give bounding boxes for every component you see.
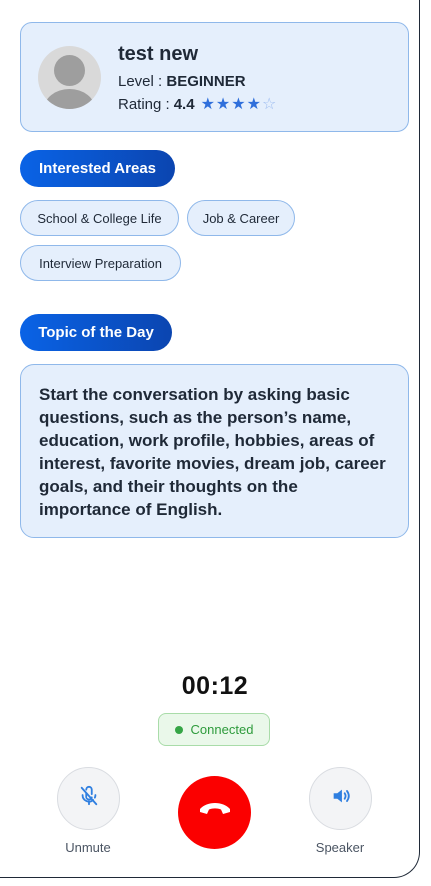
- call-timer: 00:12: [181, 672, 249, 700]
- status-dot-icon: [174, 725, 183, 734]
- mic-off-icon: [78, 785, 100, 812]
- rating-stars: ★ ★ ★ ★ ☆: [200, 95, 278, 113]
- interested-areas-header: Interested Areas: [20, 150, 175, 187]
- user-name: test new: [118, 43, 199, 65]
- topic-text: Start the conversation by asking basic q…: [39, 385, 386, 519]
- star-filled-icon: ★: [246, 95, 261, 113]
- rating-value: 4.4: [173, 96, 195, 113]
- avatar-body: [44, 89, 95, 109]
- interest-chip[interactable]: School & College Life: [20, 200, 179, 236]
- speaker-button[interactable]: [309, 767, 372, 830]
- topic-card: Start the conversation by asking basic q…: [20, 364, 409, 538]
- speaker-label: Speaker: [315, 840, 365, 855]
- profile-card: test new Level : BEGINNER Rating : 4.4 ★…: [20, 22, 409, 132]
- star-empty-icon: ☆: [261, 95, 277, 113]
- topic-of-the-day-header: Topic of the Day: [20, 314, 172, 351]
- star-filled-icon: ★: [200, 95, 215, 113]
- avatar-head: [54, 55, 85, 86]
- end-call-button[interactable]: [178, 776, 251, 849]
- speaker-icon: [330, 785, 352, 812]
- interest-chip[interactable]: Interview Preparation: [20, 245, 181, 281]
- unmute-button[interactable]: [57, 767, 120, 830]
- star-filled-icon: ★: [231, 95, 246, 113]
- level-row: Level : BEGINNER: [118, 73, 246, 90]
- interest-chip[interactable]: Job & Career: [187, 200, 295, 236]
- level-value: BEGINNER: [166, 73, 246, 90]
- status-badge: Connected: [158, 713, 270, 746]
- avatar: [38, 46, 101, 109]
- level-label: Level :: [118, 73, 167, 90]
- rating-row: Rating : 4.4 ★ ★ ★ ★ ☆: [118, 96, 277, 113]
- star-filled-icon: ★: [215, 95, 231, 113]
- rating-label: Rating :: [118, 96, 170, 113]
- unmute-label: Unmute: [65, 840, 111, 855]
- status-text: Connected: [190, 722, 254, 737]
- phone-hangup-icon: [198, 800, 232, 825]
